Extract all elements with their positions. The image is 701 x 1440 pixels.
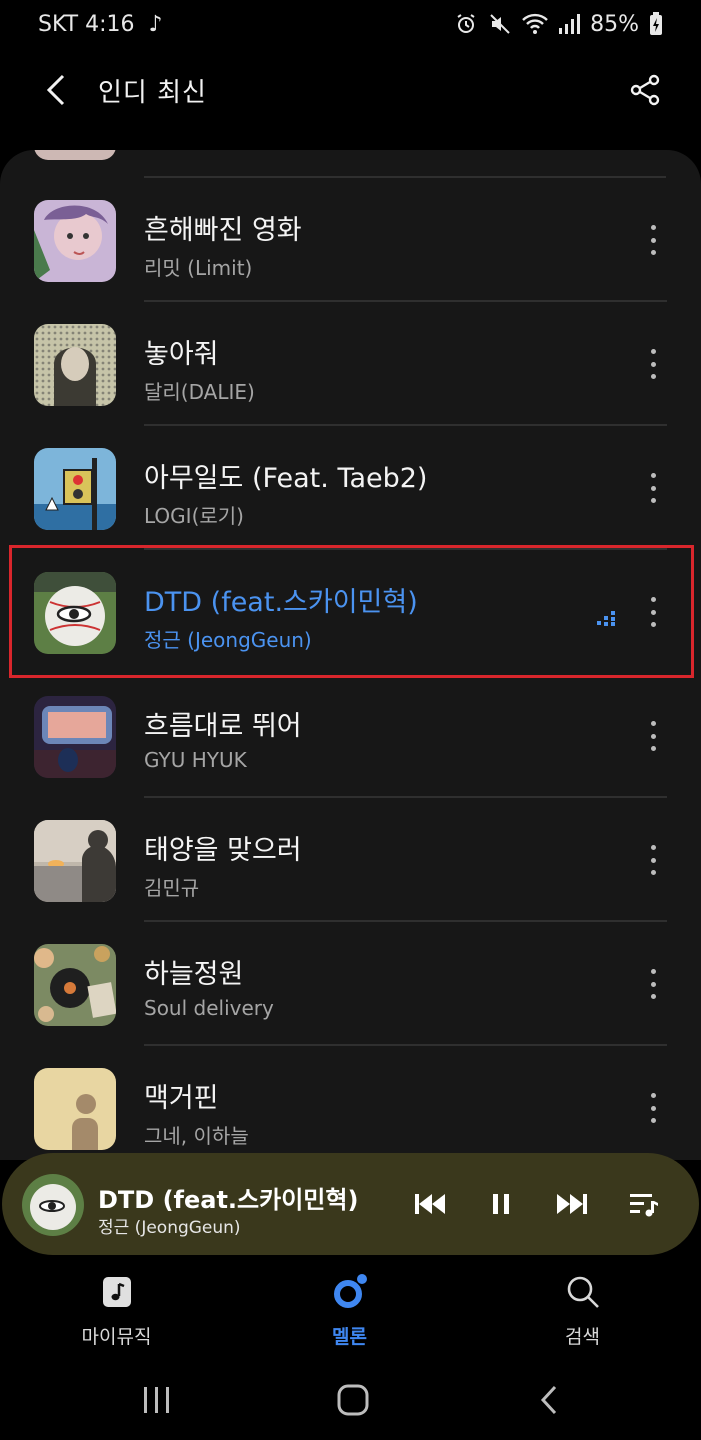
status-bar: SKT 4:16 ♪ 85%	[0, 0, 701, 48]
recent-apps-icon	[144, 1387, 169, 1413]
playlist-icon	[630, 1194, 658, 1217]
partial-album-cover	[34, 150, 116, 160]
track-row[interactable]: 아무일도 (Feat. Taeb2) LOGI(로기)	[0, 426, 701, 550]
more-options-button[interactable]	[643, 840, 663, 880]
system-nav-bar	[0, 1362, 701, 1440]
track-artist: GYU HYUK	[144, 748, 247, 772]
tab-melon[interactable]: 멜론	[233, 1262, 466, 1362]
mute-icon	[490, 14, 510, 34]
carrier-time: SKT 4:16	[38, 11, 135, 37]
share-button[interactable]	[617, 62, 673, 118]
track-artist: 리밋 (Limit)	[144, 256, 253, 280]
system-back-button[interactable]	[524, 1380, 574, 1420]
track-row[interactable]: 흔해빠진 영화 리밋 (Limit)	[0, 178, 701, 302]
app-header: 인디 최신	[0, 48, 701, 132]
album-cover	[34, 696, 116, 778]
home-icon	[337, 1384, 369, 1416]
home-button[interactable]	[328, 1380, 378, 1420]
battery-charging-icon	[650, 12, 662, 35]
signal-icon	[559, 14, 581, 34]
album-cover	[34, 324, 116, 406]
track-artist: 달리(DALIE)	[144, 380, 255, 404]
more-options-button[interactable]	[643, 344, 663, 384]
album-cover	[34, 820, 116, 902]
track-artist: 그네, 이하늘	[144, 1124, 249, 1148]
previous-button[interactable]	[410, 1184, 450, 1224]
back-button[interactable]	[28, 62, 84, 118]
pause-icon	[493, 1194, 509, 1214]
tab-label: 마이뮤직	[81, 1326, 152, 1348]
track-row[interactable]: 흐름대로 뛰어 GYU HYUK	[0, 674, 701, 798]
track-artist: LOGI(로기)	[144, 504, 244, 528]
album-cover	[34, 944, 116, 1026]
album-cover	[34, 1068, 116, 1150]
more-options-button[interactable]	[643, 1088, 663, 1128]
chevron-left-icon	[46, 74, 65, 106]
playlist-button[interactable]	[624, 1184, 664, 1224]
track-artist: Soul delivery	[144, 996, 274, 1020]
track-title: 태양을 맞으러	[144, 835, 302, 866]
more-options-button[interactable]	[643, 716, 663, 756]
more-options-button[interactable]	[643, 964, 663, 1004]
skip-previous-icon	[415, 1194, 445, 1214]
track-row[interactable]: 하늘정원 Soul delivery	[0, 922, 701, 1046]
battery-level: 85%	[590, 11, 639, 37]
pause-button[interactable]	[481, 1184, 521, 1224]
tab-label: 검색	[565, 1326, 600, 1348]
track-title: 놓아줘	[144, 339, 219, 370]
alarm-icon	[457, 14, 475, 33]
chevron-left-icon	[540, 1385, 557, 1415]
track-title: 하늘정원	[144, 959, 244, 990]
bottom-nav: 마이뮤직 멜론 검색	[0, 1262, 701, 1362]
music-library-icon	[102, 1277, 131, 1307]
music-note-icon: ♪	[148, 11, 163, 37]
track-row[interactable]: 놓아줘 달리(DALIE)	[0, 302, 701, 426]
wifi-icon	[522, 13, 548, 34]
track-title: 아무일도 (Feat. Taeb2)	[144, 463, 428, 494]
track-row[interactable]: 태양을 맞으러 김민규	[0, 798, 701, 922]
mini-player-cover	[22, 1174, 84, 1236]
mini-player[interactable]: DTD (feat.스카이민혁) 정근 (JeongGeun)	[2, 1153, 699, 1255]
track-row[interactable]: 맥거핀 그네, 이하늘	[0, 1046, 701, 1160]
tab-label: 멜론	[332, 1326, 367, 1348]
search-icon	[567, 1276, 599, 1308]
album-cover	[34, 448, 116, 530]
highlight-box	[9, 545, 694, 678]
track-title: 흐름대로 뛰어	[144, 711, 302, 742]
tab-search[interactable]: 검색	[466, 1262, 699, 1362]
skip-next-icon	[557, 1194, 587, 1214]
more-options-button[interactable]	[643, 220, 663, 260]
share-icon	[630, 74, 660, 106]
more-options-button[interactable]	[643, 468, 663, 508]
track-title: 맥거핀	[144, 1083, 219, 1114]
page-title: 인디 최신	[98, 77, 207, 108]
track-title: 흔해빠진 영화	[144, 215, 302, 246]
next-button[interactable]	[552, 1184, 592, 1224]
mini-player-artist: 정근 (JeongGeun)	[98, 1218, 241, 1238]
track-artist: 김민규	[144, 876, 200, 900]
tab-my-music[interactable]: 마이뮤직	[0, 1262, 233, 1362]
album-cover	[34, 200, 116, 282]
melon-icon	[333, 1274, 367, 1308]
recent-apps-button[interactable]	[132, 1380, 182, 1420]
mini-player-title: DTD (feat.스카이민혁)	[98, 1186, 359, 1214]
